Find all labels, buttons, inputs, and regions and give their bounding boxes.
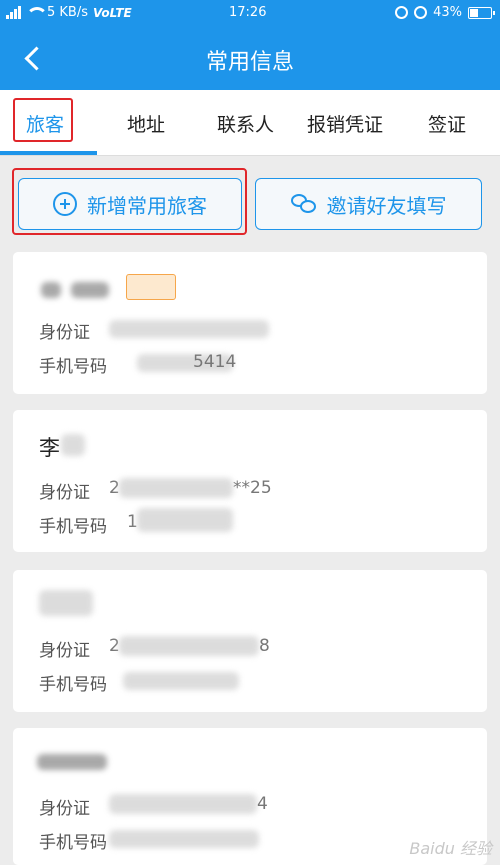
invite-friend-button[interactable]: 邀请好友填写 bbox=[255, 178, 482, 230]
signal-icon bbox=[6, 6, 21, 19]
id-redaction bbox=[109, 794, 257, 814]
name-redaction bbox=[39, 590, 93, 616]
page-title: 常用信息 bbox=[205, 50, 294, 75]
phone-redaction bbox=[137, 508, 233, 532]
active-tab-indicator bbox=[0, 151, 97, 155]
add-passenger-label: 新增常用旅客 bbox=[87, 193, 207, 218]
plus-circle-icon bbox=[53, 192, 77, 216]
status-left: 5 KB/s VoLTE bbox=[6, 5, 132, 20]
name-redaction bbox=[71, 282, 109, 298]
passenger-card[interactable]: 身份证 2 8 手机号码 bbox=[13, 570, 487, 712]
tab-reimbursement[interactable]: 报销凭证 bbox=[307, 110, 383, 137]
status-right: 43% bbox=[395, 5, 495, 20]
id-suffix: **25 bbox=[233, 478, 272, 498]
id-label: 身份证 bbox=[39, 641, 90, 661]
tab-passengers[interactable]: 旅客 bbox=[26, 110, 64, 137]
id-redaction bbox=[119, 636, 259, 656]
phone-redaction bbox=[123, 672, 239, 690]
passenger-card[interactable]: 李 身份证 2 **25 手机号码 1 bbox=[13, 410, 487, 552]
phone-label: 手机号码 bbox=[39, 517, 107, 537]
tab-bar: 旅客 地址 联系人 报销凭证 签证 bbox=[0, 90, 500, 156]
volte-label: VoLTE bbox=[93, 5, 132, 20]
id-label: 身份证 bbox=[39, 799, 90, 819]
id-redaction bbox=[109, 320, 269, 338]
battery-percent: 43% bbox=[433, 5, 462, 20]
name-redaction bbox=[37, 754, 107, 770]
tab-visa[interactable]: 签证 bbox=[428, 110, 466, 137]
status-bar: 5 KB/s VoLTE 17:26 43% bbox=[0, 0, 500, 26]
add-passenger-button[interactable]: 新增常用旅客 bbox=[18, 178, 242, 230]
id-suffix: 8 bbox=[259, 636, 270, 656]
alarm-icon bbox=[414, 6, 428, 19]
phone-label: 手机号码 bbox=[39, 357, 107, 377]
name-redaction bbox=[61, 434, 85, 456]
network-speed: 5 KB/s bbox=[47, 5, 88, 20]
rotation-lock-icon bbox=[395, 6, 409, 19]
id-suffix: 4 bbox=[257, 794, 268, 814]
tab-contacts[interactable]: 联系人 bbox=[217, 110, 274, 137]
phone-label: 手机号码 bbox=[39, 675, 107, 695]
passenger-name: 李 bbox=[39, 436, 60, 460]
tab-address[interactable]: 地址 bbox=[127, 110, 165, 137]
phone-label: 手机号码 bbox=[39, 833, 107, 853]
id-redaction bbox=[119, 478, 233, 498]
watermark: Baidu 经验 bbox=[409, 839, 492, 858]
name-redaction bbox=[41, 282, 61, 298]
wifi-icon bbox=[26, 6, 48, 19]
wechat-icon bbox=[290, 193, 317, 215]
clock: 17:26 bbox=[229, 5, 267, 20]
battery-icon bbox=[468, 6, 495, 19]
invite-friend-label: 邀请好友填写 bbox=[326, 193, 447, 218]
phone-redaction bbox=[109, 830, 259, 848]
app-bar: 常用信息 bbox=[0, 26, 500, 90]
phone-value: 5414 bbox=[193, 352, 237, 372]
battery-level-fill bbox=[470, 8, 478, 17]
id-label: 身份证 bbox=[39, 323, 90, 343]
passenger-tag bbox=[126, 274, 176, 300]
passenger-card[interactable]: 身份证 手机号码 5414 bbox=[13, 252, 487, 394]
id-label: 身份证 bbox=[39, 483, 90, 503]
